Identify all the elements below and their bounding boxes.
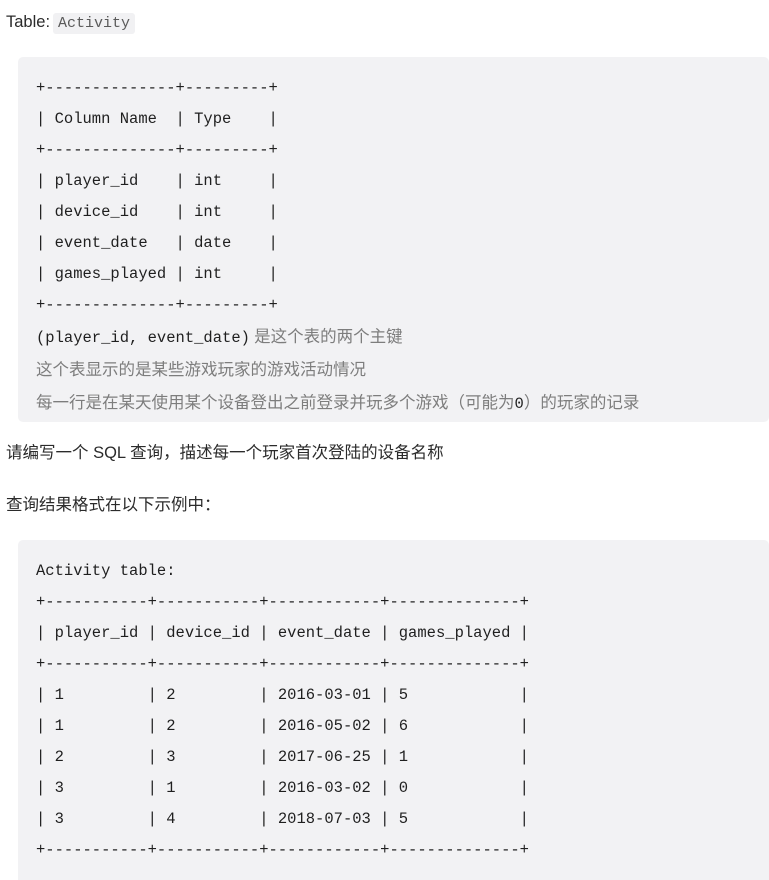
schema-note-description: 这个表显示的是某些游戏玩家的游戏活动情况 [36, 354, 769, 387]
schema-line-bottom-border: +--------------+---------+ [36, 296, 278, 314]
table-row: | 2 | 3 | 2017-06-25 | 1 | [36, 748, 529, 766]
schema-row-games-played: | games_played | int | [36, 265, 278, 283]
schema-line-header: | Column Name | Type | [36, 110, 278, 128]
table-intro-label: Table: [6, 13, 51, 31]
schema-note-primary-key-mono: (player_id, event_date) [36, 329, 250, 347]
result-format-note: 查询结果格式在以下示例中： [6, 496, 221, 514]
table-row: | 3 | 1 | 2016-03-02 | 0 | [36, 779, 529, 797]
schema-code-block: +--------------+---------+ | Column Name… [18, 57, 769, 422]
table-name-inline-code: Activity [53, 13, 136, 34]
schema-note-row-meaning-text: 每一行是在某天使用某个设备登出之前登录并玩多个游戏（可能为 [36, 393, 515, 412]
schema-note-primary-key-text: 是这个表的两个主键 [249, 327, 403, 346]
table-row: | 3 | 4 | 2018-07-03 | 5 | [36, 810, 529, 828]
schema-row-device-id: | device_id | int | [36, 203, 278, 221]
example-line-header: | player_id | device_id | event_date | g… [36, 624, 529, 642]
example-line-top-border: +-----------+-----------+------------+--… [36, 593, 529, 611]
schema-note-description-text: 这个表显示的是某些游戏玩家的游戏活动情况 [36, 360, 366, 379]
schema-note-row-meaning-zero: 0 [514, 395, 524, 413]
schema-row-player-id: | player_id | int | [36, 172, 278, 190]
example-line-bottom-border: +-----------+-----------+------------+--… [36, 841, 529, 859]
example-line-header-separator: +-----------+-----------+------------+--… [36, 655, 529, 673]
schema-row-event-date: | event_date | date | [36, 234, 278, 252]
table-intro: Table: Activity [6, 10, 136, 36]
problem-statement-page: Table: Activity +--------------+---------… [0, 0, 769, 880]
question-paragraph: 请编写一个 SQL 查询，描述每一个玩家首次登陆的设备名称 [6, 444, 444, 462]
schema-note-row-meaning: 每一行是在某天使用某个设备登出之前登录并玩多个游戏（可能为0）的玩家的记录 [36, 387, 769, 420]
table-row: | 1 | 2 | 2016-03-01 | 5 | [36, 686, 529, 704]
schema-line-top-border: +--------------+---------+ [36, 79, 278, 97]
schema-line-header-separator: +--------------+---------+ [36, 141, 278, 159]
table-row: | 1 | 2 | 2016-05-02 | 6 | [36, 717, 529, 735]
example-title: Activity table: [36, 562, 176, 580]
example-code-block: Activity table: +-----------+-----------… [18, 540, 769, 880]
schema-note-primary-key: (player_id, event_date) 是这个表的两个主键 [36, 321, 769, 354]
schema-note-row-meaning-tail: ）的玩家的记录 [523, 393, 640, 412]
